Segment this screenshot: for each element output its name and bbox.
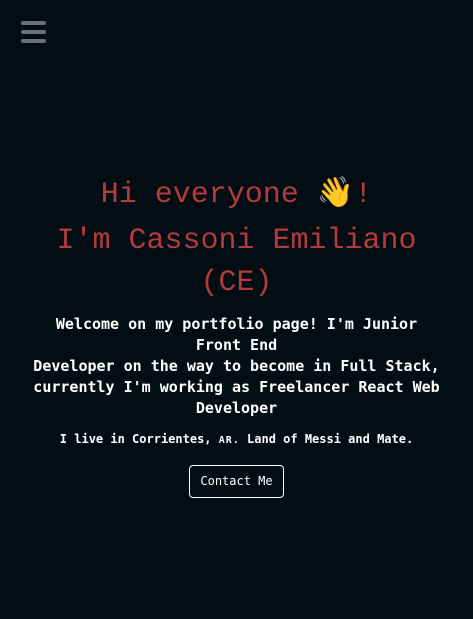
hamburger-menu-icon-bar bbox=[21, 39, 46, 43]
greeting-text: Hi everyone bbox=[100, 178, 317, 212]
location-prefix: I live in Corrientes, bbox=[59, 432, 219, 446]
intro-paragraph: Welcome on my portfolio page! I'm Junior… bbox=[32, 314, 442, 419]
contact-me-button[interactable]: Contact Me bbox=[189, 465, 284, 498]
hamburger-menu-icon-bar bbox=[21, 30, 46, 34]
greeting-heading: Hi everyone 👋! bbox=[0, 168, 473, 220]
name-heading: I'm Cassoni Emiliano (CE) bbox=[56, 224, 417, 300]
location-country: AR. bbox=[218, 435, 240, 446]
hero-section: Hi everyone 👋! I'm Cassoni Emiliano (CE)… bbox=[0, 168, 473, 498]
hamburger-menu-icon-bar bbox=[21, 21, 46, 25]
location-text: I live in Corrientes, AR. Land of Messi … bbox=[0, 429, 473, 451]
location-suffix: Land of Messi and Mate. bbox=[239, 432, 414, 446]
waving-hand-icon: 👋 bbox=[316, 175, 355, 210]
intro-line-1: Welcome on my portfolio page! I'm Junior… bbox=[55, 315, 418, 354]
intro-line-2: Developer on the way to become in Full S… bbox=[33, 357, 440, 417]
greeting-exclamation: ! bbox=[354, 178, 373, 212]
menu-button[interactable] bbox=[21, 20, 46, 44]
